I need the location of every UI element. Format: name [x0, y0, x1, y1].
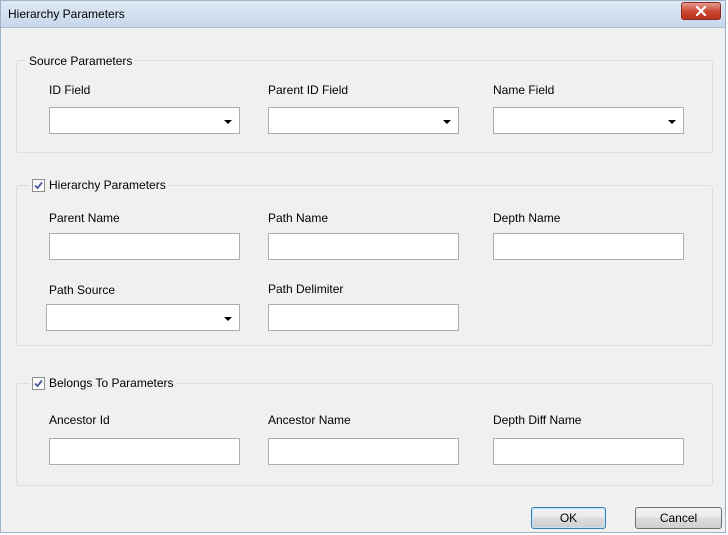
title-bar[interactable]: Hierarchy Parameters [1, 1, 725, 28]
path-delimiter-input[interactable] [268, 304, 459, 331]
path-name-input[interactable] [268, 233, 459, 260]
depth-diff-name-input[interactable] [493, 438, 684, 465]
depth-name-label: Depth Name [493, 211, 561, 225]
source-parameters-legend: Source Parameters [26, 53, 136, 69]
ancestor-id-label: Ancestor Id [49, 413, 110, 427]
id-field-combobox[interactable] [49, 107, 240, 134]
parent-id-field-label: Parent ID Field [268, 83, 349, 97]
hierarchy-parameters-title[interactable]: Hierarchy Parameters [49, 178, 166, 192]
belongs-to-parameters-group [16, 383, 713, 486]
close-button[interactable] [681, 2, 721, 20]
name-field-label: Name Field [493, 83, 555, 97]
hierarchy-parameters-legend[interactable]: Hierarchy Parameters [29, 177, 169, 193]
depth-diff-name-label: Depth Diff Name [493, 413, 582, 427]
ancestor-name-label: Ancestor Name [268, 413, 351, 427]
chevron-down-icon[interactable] [224, 317, 232, 321]
chevron-down-icon[interactable] [224, 120, 232, 124]
checkmark-icon [34, 181, 43, 189]
parent-name-label: Parent Name [49, 211, 120, 225]
dialog-window: Hierarchy Parameters Source Parameters I… [0, 0, 726, 533]
parent-id-field-combobox[interactable] [268, 107, 459, 134]
ancestor-id-input[interactable] [49, 438, 240, 465]
hierarchy-parameters-checkbox[interactable] [32, 178, 45, 192]
path-name-label: Path Name [268, 211, 329, 225]
cancel-button[interactable]: Cancel [635, 507, 722, 529]
name-field-combobox[interactable] [493, 107, 684, 134]
parent-name-input[interactable] [49, 233, 240, 260]
path-source-combobox[interactable] [46, 304, 240, 331]
path-delimiter-label: Path Delimiter [268, 282, 344, 296]
belongs-to-parameters-checkbox[interactable] [32, 376, 45, 390]
close-icon [695, 6, 707, 16]
chevron-down-icon[interactable] [668, 120, 676, 124]
path-source-label: Path Source [49, 283, 116, 297]
chevron-down-icon[interactable] [443, 120, 451, 124]
source-parameters-title: Source Parameters [29, 54, 133, 68]
belongs-to-parameters-legend[interactable]: Belongs To Parameters [29, 375, 177, 391]
checkmark-icon [34, 379, 43, 387]
window-title: Hierarchy Parameters [8, 7, 125, 21]
ok-button[interactable]: OK [531, 507, 606, 529]
id-field-label: ID Field [49, 83, 91, 97]
belongs-to-parameters-title[interactable]: Belongs To Parameters [49, 376, 174, 390]
depth-name-input[interactable] [493, 233, 684, 260]
ancestor-name-input[interactable] [268, 438, 459, 465]
